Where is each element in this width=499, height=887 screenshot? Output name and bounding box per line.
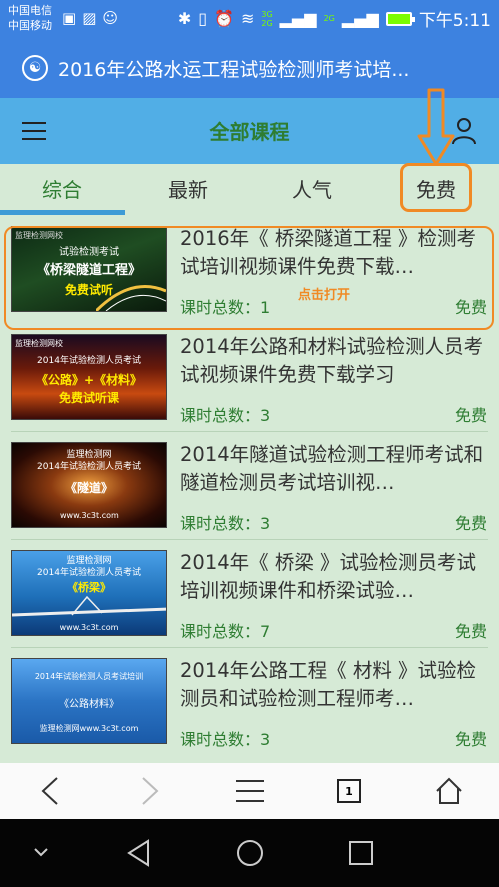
back-icon[interactable] <box>34 775 66 807</box>
status-bar: 中国电信 中国移动 ▣ ▨ ☺ ✱ ▯ ⏰ ≋ 3G 2G ▂▄▆ 2G ▂▄▆ … <box>0 0 499 38</box>
course-lesson-count: 课时总数：3 <box>180 406 271 425</box>
course-title[interactable]: 2014年公路工程《 材料 》试验检测员和试验检测工程师考… <box>180 657 485 713</box>
image-notification-icon: ▨ <box>82 9 97 27</box>
course-item[interactable]: 监理检测网 2014年试验检测人员考试 《隧道》 www.3c3t.com 20… <box>0 432 499 540</box>
course-thumbnail: 2014年试验检测人员考试培训 《公路材料》 监理检测网www.3c3t.com <box>11 658 167 744</box>
tab-popular[interactable]: 人气 <box>252 174 372 203</box>
tab-overall[interactable]: 综合 <box>2 174 122 203</box>
chevron-down-icon[interactable] <box>34 847 48 857</box>
course-thumbnail: 监理检测网 2014年试验检测人员考试 《隧道》 www.3c3t.com <box>11 442 167 528</box>
signal-icon-1: ▂▄▆ <box>279 9 317 28</box>
menu-lines-icon[interactable] <box>234 775 266 807</box>
home-icon[interactable] <box>433 775 465 807</box>
annotation-arrow-icon <box>417 88 455 166</box>
nav-back-icon[interactable] <box>126 839 152 867</box>
course-price-badge: 免费 <box>454 406 487 425</box>
emoji-notification-icon: ☺ <box>102 9 119 27</box>
course-thumbnail: 监理检测网校 2014年试验检测人员考试 《公路》+《材料》 免费试听课 <box>11 334 167 420</box>
course-item[interactable]: 监理检测网校 2014年试验检测人员考试 《公路》+《材料》 免费试听课 201… <box>0 324 499 432</box>
wifi-icon: ≋ <box>240 9 255 28</box>
carrier-1: 中国电信 <box>8 4 52 17</box>
signal-icon-2: ▂▄▆ <box>341 9 379 28</box>
course-title[interactable]: 2014年隧道试验检测工程师考试和隧道检测员考试培训视… <box>180 441 485 497</box>
site-favicon-icon: ☯ <box>22 55 48 81</box>
network-3g-label: 3G 2G <box>261 9 273 28</box>
vibrate-icon: ▯ <box>198 9 208 28</box>
course-lesson-count: 课时总数：3 <box>180 514 271 533</box>
active-tab-indicator <box>0 210 125 215</box>
clock: 下午5:11 <box>418 11 491 31</box>
course-price-badge: 免费 <box>454 514 487 533</box>
course-title[interactable]: 2014年《 桥梁 》试验检测员考试培训视频课件和桥梁试验… <box>180 549 485 605</box>
system-icons: ✱ ▯ ⏰ ≋ 3G 2G ▂▄▆ 2G ▂▄▆ 下午5:11 <box>178 6 491 31</box>
tabs-button[interactable]: 1 <box>333 775 365 807</box>
forward-icon[interactable] <box>134 775 166 807</box>
nav-recents-icon[interactable] <box>348 840 374 866</box>
system-nav-bar <box>0 819 499 887</box>
course-thumbnail: 监理检测网 2014年试验检测人员考试 《桥梁》 www.3c3t.com <box>11 550 167 636</box>
first-course-highlight <box>4 226 494 330</box>
course-item[interactable]: 2014年试验检测人员考试培训 《公路材料》 监理检测网www.3c3t.com… <box>0 648 499 756</box>
free-tab-highlight <box>400 163 472 212</box>
battery-icon <box>385 11 415 26</box>
course-title[interactable]: 2014年公路和材料试验检测人员考试视频课件免费下载学习 <box>180 333 485 389</box>
course-lesson-count: 课时总数：3 <box>180 730 271 749</box>
tab-latest[interactable]: 最新 <box>128 174 248 203</box>
carrier-info: 中国电信 中国移动 <box>8 3 52 33</box>
click-open-annotation: 点击打开 <box>298 288 351 303</box>
carrier-2: 中国移动 <box>8 19 52 32</box>
tab-count: 1 <box>337 779 361 803</box>
alarm-icon: ⏰ <box>214 9 234 28</box>
course-price-badge: 免费 <box>454 730 487 749</box>
page-title: 2016年公路水运工程试验检测师考试培... <box>58 58 410 81</box>
app-notification-icon: ▣ <box>62 9 77 27</box>
bluetooth-icon: ✱ <box>177 9 192 28</box>
browser-toolbar: 1 <box>0 763 499 819</box>
course-item[interactable]: 监理检测网 2014年试验检测人员考试 《桥梁》 www.3c3t.com 20… <box>0 540 499 648</box>
course-price-badge: 免费 <box>454 622 487 641</box>
nav-home-icon[interactable] <box>236 839 264 867</box>
notification-icons: ▣ ▨ ☺ <box>62 9 118 27</box>
network-2g-label: 2G <box>323 14 335 23</box>
course-lesson-count: 课时总数：7 <box>180 622 271 641</box>
